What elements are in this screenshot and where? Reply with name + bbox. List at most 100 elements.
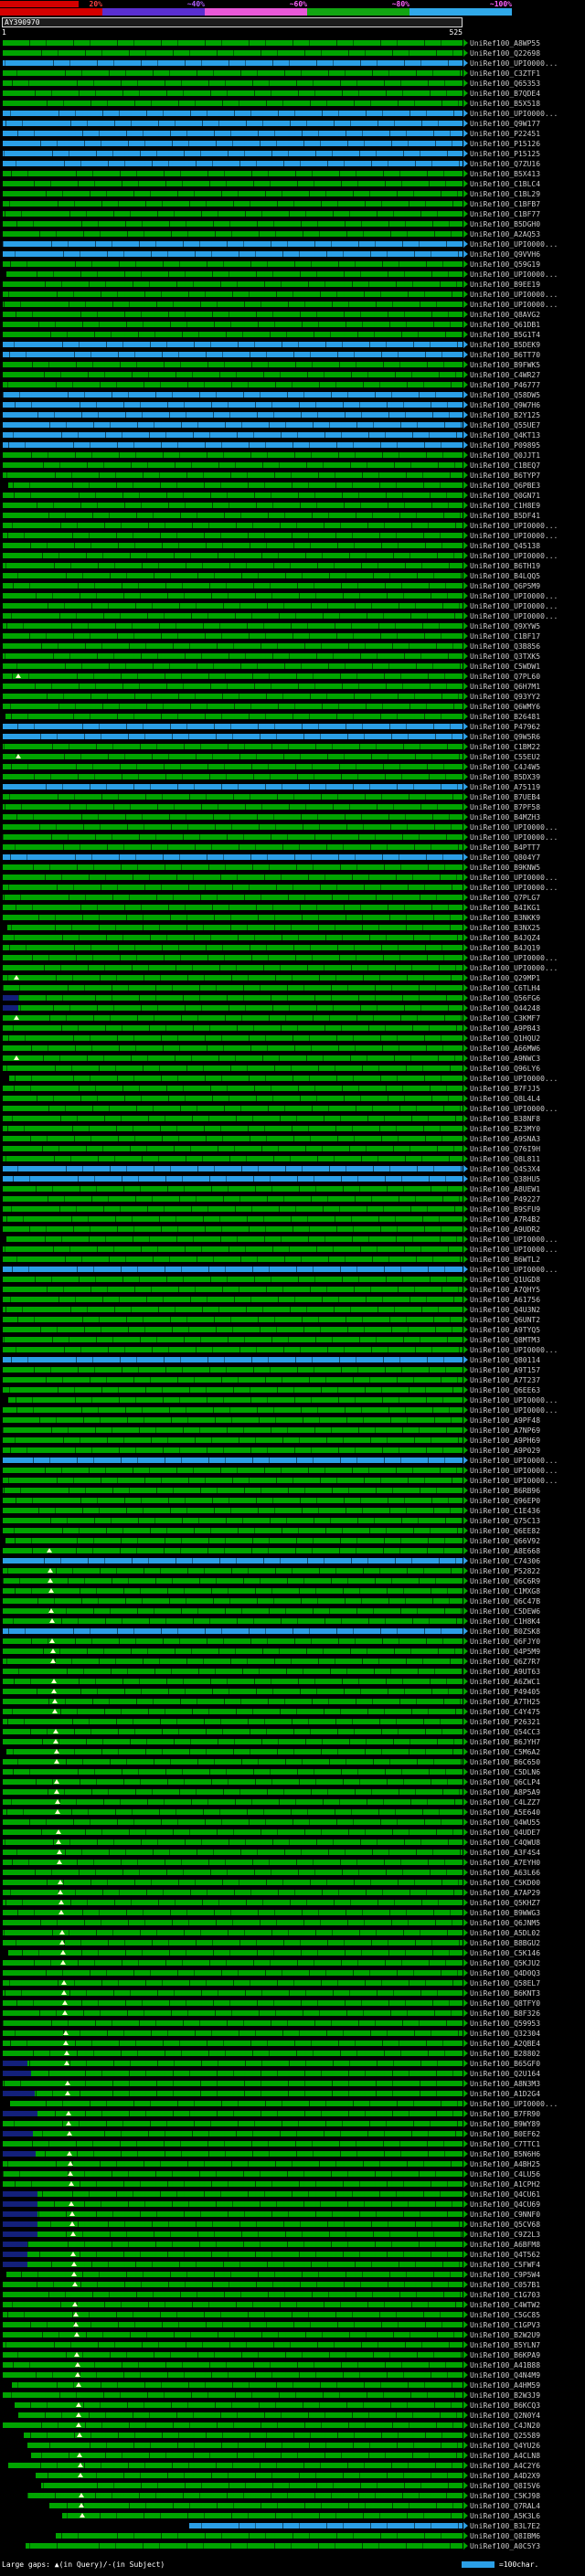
hit-label[interactable]: UniRef100_Q4U3N2 [470,1305,540,1315]
hit-label[interactable]: UniRef100_UPI0000... [470,239,558,249]
alignment-bar[interactable] [2,1719,463,1724]
hit-label[interactable]: UniRef100_C4QWU8 [470,1838,540,1848]
alignment-bar[interactable] [2,724,463,729]
hit-label[interactable]: UniRef100_UPI0000... [470,531,558,541]
hit-label[interactable]: UniRef100_Q8L811 [470,1154,540,1164]
hit-label[interactable]: UniRef100_C4WR27 [470,370,540,380]
alignment-bar[interactable] [2,1166,463,1171]
alignment-bar[interactable] [2,2000,463,2006]
alignment-bar[interactable] [2,945,463,950]
hit-label[interactable]: UniRef100_C4JN20 [470,2421,540,2431]
hit-label[interactable]: UniRef100_UPI0000... [470,1074,558,1084]
alignment-bar[interactable] [2,452,463,458]
alignment-bar[interactable] [2,1990,463,1996]
hit-label[interactable]: UniRef100_C3ZTF1 [470,69,540,79]
alignment-bar[interactable] [18,995,463,1001]
hit-label[interactable]: UniRef100_B6TYP7 [470,471,540,481]
hit-label[interactable]: UniRef100_Q8MTM3 [470,1335,540,1345]
hit-label[interactable]: UniRef100_B6TT70 [470,350,540,360]
alignment-bar[interactable] [27,2443,463,2448]
hit-label[interactable]: UniRef100_P15125 [470,149,540,159]
hit-label[interactable]: UniRef100_Q1HQU2 [470,1034,540,1044]
alignment-bar[interactable] [2,322,463,327]
alignment-bar[interactable] [2,1819,463,1825]
alignment-bar[interactable] [2,1850,463,1855]
hit-label[interactable]: UniRef100_UPI0000... [470,822,558,832]
alignment-bar[interactable] [37,2231,463,2237]
alignment-bar[interactable] [2,1216,463,1222]
alignment-bar[interactable] [5,1236,463,1242]
hit-label[interactable]: UniRef100_UPI0000... [470,521,558,531]
alignment-bar[interactable] [2,1458,463,1463]
hit-label[interactable]: UniRef100_UPI0000... [470,1235,558,1245]
hit-label[interactable]: UniRef100_Q4N4M9 [470,2370,540,2380]
alignment-bar[interactable] [2,1307,463,1312]
alignment-bar[interactable] [37,2211,463,2217]
alignment-bar[interactable] [8,1076,463,1081]
low-identity-segment[interactable] [2,2242,27,2247]
hit-label[interactable]: UniRef100_UPI0000... [470,1245,558,1255]
hit-label[interactable]: UniRef100_Q5CV68 [470,2220,540,2230]
hit-label[interactable]: UniRef100_B4MZH3 [470,812,540,822]
hit-label[interactable]: UniRef100_P49227 [470,1194,540,1204]
alignment-bar[interactable] [5,271,463,277]
alignment-bar[interactable] [2,1618,463,1624]
alignment-bar[interactable] [2,1860,463,1865]
hit-label[interactable]: UniRef100_B4JQ19 [470,943,540,953]
alignment-bar[interactable] [2,1920,463,1925]
hit-label[interactable]: UniRef100_UPI0000... [470,611,558,621]
hit-label[interactable]: UniRef100_B9SFU9 [470,1204,540,1214]
alignment-bar[interactable] [2,1588,463,1594]
hit-label[interactable]: UniRef100_A7TH25 [470,1697,540,1707]
hit-label[interactable]: UniRef100_B4JQZ4 [470,933,540,943]
hit-label[interactable]: UniRef100_B5YLN7 [470,2340,540,2350]
hit-label[interactable]: UniRef100_B6C650 [470,1757,540,1767]
hit-label[interactable]: UniRef100_Q3TXK5 [470,652,540,662]
alignment-bar[interactable] [2,754,463,759]
alignment-bar[interactable] [37,2111,463,2116]
alignment-bar[interactable] [2,794,463,800]
hit-label[interactable]: UniRef100_Q1UGD8 [470,1275,540,1285]
low-identity-segment[interactable] [2,2111,38,2116]
alignment-bar[interactable] [37,2201,463,2207]
hit-label[interactable]: UniRef100_Q9W177 [470,119,540,129]
alignment-bar[interactable] [2,1880,463,1885]
hit-label[interactable]: UniRef100_Q4CU61 [470,2189,540,2200]
low-identity-segment[interactable] [2,2252,27,2257]
hit-label[interactable]: UniRef100_C55EU2 [470,752,540,762]
alignment-bar[interactable] [2,1277,463,1282]
hit-label[interactable]: UniRef100_A6ZWC1 [470,1677,540,1687]
alignment-bar[interactable] [2,90,463,96]
alignment-bar[interactable] [27,2493,463,2498]
alignment-bar[interactable] [2,2041,463,2046]
alignment-bar[interactable] [2,392,463,398]
hit-label[interactable]: UniRef100_C7TTC1 [470,2139,540,2149]
hit-label[interactable]: UniRef100_A7AP29 [470,1888,540,1898]
hit-label[interactable]: UniRef100_Q5KJU2 [470,1958,540,1968]
hit-label[interactable]: UniRef100_C4WTW2 [470,2300,540,2310]
alignment-bar[interactable] [2,1578,463,1584]
alignment-bar[interactable] [2,1357,463,1362]
alignment-bar[interactable] [2,965,463,970]
alignment-bar[interactable] [2,895,463,900]
alignment-bar[interactable] [2,131,463,136]
alignment-bar[interactable] [2,1447,463,1453]
alignment-bar[interactable] [2,885,463,890]
low-identity-segment[interactable] [2,2071,31,2076]
hit-label[interactable]: UniRef100_UPI0000... [470,1395,558,1405]
alignment-bar[interactable] [2,1096,463,1101]
hit-label[interactable]: UniRef100_Q55UE7 [470,420,540,430]
alignment-bar[interactable] [2,1598,463,1604]
alignment-bar[interactable] [2,663,463,669]
hit-label[interactable]: UniRef100_UPI0000... [470,1466,558,1476]
hit-label[interactable]: UniRef100_UPI0000... [470,832,558,843]
alignment-bar[interactable] [2,513,463,518]
hit-label[interactable]: UniRef100_A9T157 [470,1365,540,1375]
hit-label[interactable]: UniRef100_Q4P5M9 [470,1647,540,1657]
alignment-bar[interactable] [5,1538,463,1543]
hit-label[interactable]: UniRef100_B5DEK9 [470,340,540,350]
hit-label[interactable]: UniRef100_Q8AVG2 [470,310,540,320]
hit-label[interactable]: UniRef100_C1GPV3 [470,2320,540,2330]
alignment-bar[interactable] [2,1337,463,1342]
alignment-bar[interactable] [2,412,463,418]
